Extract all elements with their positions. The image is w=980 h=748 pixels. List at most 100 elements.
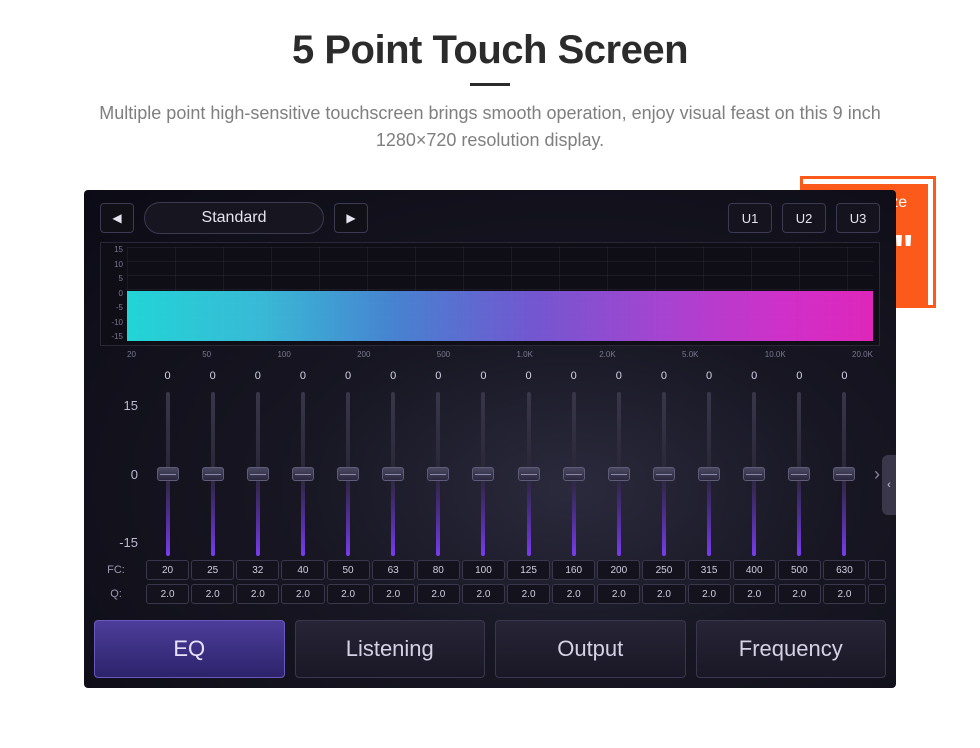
slider-thumb-icon [743, 467, 765, 481]
chevron-left-icon: ◀ [112, 211, 121, 225]
slider-thumb-icon [337, 467, 359, 481]
tab-eq[interactable]: EQ [94, 620, 285, 678]
eq-q-value[interactable]: 2.0 [462, 584, 505, 604]
page-title: 5 Point Touch Screen [0, 28, 980, 73]
eq-db-value: 0 [281, 366, 324, 386]
eq-slider[interactable] [191, 392, 234, 556]
tab-output[interactable]: Output [495, 620, 686, 678]
tab-listening[interactable]: Listening [295, 620, 486, 678]
eq-q-value[interactable]: 2.0 [733, 584, 776, 604]
eq-slider[interactable] [823, 392, 866, 556]
eq-fc-value[interactable]: 500 [778, 560, 821, 580]
eq-fc-value[interactable]: 315 [688, 560, 731, 580]
eq-q-value[interactable]: 2.0 [327, 584, 370, 604]
device-screen: ◀ Standard ▶ U1 U2 U3 15 10 5 0 -5 -10 -… [84, 190, 896, 688]
preset-label: Standard [202, 209, 267, 227]
user-preset-2-button[interactable]: U2 [782, 203, 826, 233]
slider-thumb-icon [382, 467, 404, 481]
eq-db-value: 0 [462, 366, 505, 386]
eq-fc-value[interactable]: 160 [552, 560, 595, 580]
slider-thumb-icon [247, 467, 269, 481]
eq-fc-value[interactable]: 20 [146, 560, 189, 580]
eq-slider[interactable] [507, 392, 550, 556]
preset-selector[interactable]: Standard [144, 202, 324, 234]
slider-thumb-icon [157, 467, 179, 481]
eq-db-value: 0 [552, 366, 595, 386]
eq-fc-value[interactable]: 200 [597, 560, 640, 580]
eq-db-value: 0 [372, 366, 415, 386]
q-label: Q: [94, 584, 144, 604]
eq-slider[interactable] [281, 392, 324, 556]
page-subtitle: Multiple point high-sensitive touchscree… [60, 100, 920, 154]
slider-thumb-icon [788, 467, 810, 481]
slider-thumb-icon [608, 467, 630, 481]
eq-db-value: 0 [236, 366, 279, 386]
eq-q-value[interactable]: 2.0 [281, 584, 324, 604]
eq-slider[interactable] [372, 392, 415, 556]
eq-q-value[interactable]: 2.0 [146, 584, 189, 604]
eq-slider[interactable] [462, 392, 505, 556]
eq-q-value[interactable]: 2.0 [507, 584, 550, 604]
eq-fc-value[interactable]: 40 [281, 560, 324, 580]
topbar: ◀ Standard ▶ U1 U2 U3 [84, 190, 896, 242]
eq-slider[interactable] [146, 392, 189, 556]
slider-thumb-icon [427, 467, 449, 481]
slider-thumb-icon [563, 467, 585, 481]
eq-q-value[interactable]: 2.0 [688, 584, 731, 604]
eq-fc-row: FC: 20 25 32 40 50 63 80 100 125 160 200… [94, 560, 886, 580]
spectrum-chart: 15 10 5 0 -5 -10 -15 20 50 100 200 500 1… [100, 242, 880, 346]
eq-q-value[interactable]: 2.0 [642, 584, 685, 604]
expand-handle[interactable]: ‹ [882, 455, 896, 515]
eq-q-value[interactable]: 2.0 [236, 584, 279, 604]
eq-fc-value[interactable]: 80 [417, 560, 460, 580]
eq-fc-value[interactable]: 400 [733, 560, 776, 580]
eq-slider[interactable] [417, 392, 460, 556]
eq-sliders: 15 0 -15 [94, 392, 886, 556]
eq-fc-value[interactable]: 50 [327, 560, 370, 580]
bottom-tabs: EQ Listening Output Frequency [94, 620, 886, 678]
eq-slider[interactable] [778, 392, 821, 556]
spectrum-y-ticks: 15 10 5 0 -5 -10 -15 [99, 245, 123, 341]
eq-q-value[interactable]: 2.0 [778, 584, 821, 604]
eq-fc-value[interactable]: 125 [507, 560, 550, 580]
fc-label: FC: [94, 560, 144, 580]
eq-slider[interactable] [552, 392, 595, 556]
eq-fc-value[interactable]: 630 [823, 560, 866, 580]
eq-slider[interactable] [597, 392, 640, 556]
eq-db-value: 0 [733, 366, 776, 386]
eq-slider[interactable] [236, 392, 279, 556]
eq-q-value[interactable]: 2.0 [823, 584, 866, 604]
eq-fc-value[interactable]: 250 [642, 560, 685, 580]
title-underline [470, 83, 510, 86]
slider-thumb-icon [292, 467, 314, 481]
preset-prev-button[interactable]: ◀ [100, 203, 134, 233]
eq-slider[interactable] [733, 392, 776, 556]
eq-db-value: 0 [507, 366, 550, 386]
eq-fc-value[interactable]: 32 [236, 560, 279, 580]
slider-thumb-icon [833, 467, 855, 481]
eq-q-value[interactable]: 2.0 [191, 584, 234, 604]
spectrum-fill [127, 291, 873, 341]
slider-thumb-icon [202, 467, 224, 481]
eq-q-value[interactable]: 2.0 [552, 584, 595, 604]
tab-frequency[interactable]: Frequency [696, 620, 887, 678]
eq-fc-value[interactable]: 100 [462, 560, 505, 580]
eq-slider[interactable] [688, 392, 731, 556]
user-preset-1-button[interactable]: U1 [728, 203, 772, 233]
eq-panel: 0 0 0 0 0 0 0 0 0 0 0 0 0 0 0 0 15 [94, 366, 886, 604]
eq-fc-value[interactable]: 63 [372, 560, 415, 580]
eq-db-value: 0 [146, 366, 189, 386]
eq-fc-value[interactable]: 25 [191, 560, 234, 580]
eq-q-row: Q: 2.0 2.0 2.0 2.0 2.0 2.0 2.0 2.0 2.0 2… [94, 584, 886, 604]
slider-thumb-icon [698, 467, 720, 481]
preset-next-button[interactable]: ▶ [334, 203, 368, 233]
eq-q-value[interactable]: 2.0 [372, 584, 415, 604]
eq-q-value[interactable]: 2.0 [597, 584, 640, 604]
eq-y-labels: 15 0 -15 [94, 392, 144, 556]
user-preset-3-button[interactable]: U3 [836, 203, 880, 233]
eq-q-value[interactable]: 2.0 [417, 584, 460, 604]
eq-db-row: 0 0 0 0 0 0 0 0 0 0 0 0 0 0 0 0 [94, 366, 886, 386]
eq-slider[interactable] [642, 392, 685, 556]
eq-db-value: 0 [778, 366, 821, 386]
eq-slider[interactable] [327, 392, 370, 556]
